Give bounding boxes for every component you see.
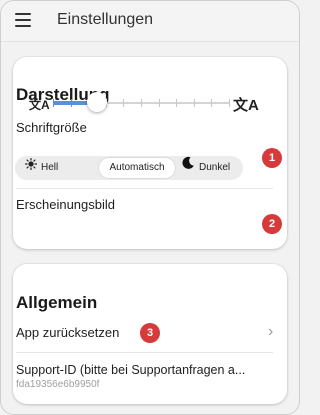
slider-tick	[159, 99, 160, 107]
app-bar: Einstellungen	[1, 1, 299, 42]
appearance-option-label: Dunkel	[199, 162, 231, 173]
app-frame: Einstellungen Darstellung Schriftgröße 文…	[0, 0, 300, 415]
translate-large-icon: 文A	[233, 97, 259, 114]
moon-icon	[181, 156, 195, 180]
slider-tick	[71, 99, 72, 107]
slider-tick	[53, 99, 54, 107]
appearance-option-hell[interactable]: Hell	[24, 156, 85, 180]
appearance-option-label: Hell	[41, 162, 59, 173]
annotation-badge-2: 2	[262, 214, 282, 234]
chevron-right-icon: ›	[268, 323, 274, 340]
appearance-option-dunkel[interactable]: Dunkel	[181, 156, 245, 180]
section-divider	[16, 352, 273, 353]
hamburger-menu-icon[interactable]	[15, 13, 31, 27]
appearance-option-label: Automatisch	[109, 162, 165, 173]
annotation-badge-3: 3	[140, 323, 160, 343]
slider-tick	[141, 99, 142, 107]
appearance-label: Erscheinungsbild	[16, 197, 116, 212]
slider-tick	[123, 99, 124, 107]
slider-tick	[194, 99, 195, 107]
general-section-title: Allgemein	[16, 293, 98, 312]
reset-app-row[interactable]: App zurücksetzen	[16, 325, 119, 340]
slider-tick	[176, 99, 177, 107]
translate-small-icon: 文A	[29, 98, 50, 112]
appearance-segmented-control: Hell Automatisch Dunkel	[15, 156, 243, 180]
slider-thumb[interactable]	[87, 92, 107, 112]
slider-tick	[211, 99, 212, 107]
font-size-label: Schriftgröße	[16, 120, 87, 135]
section-divider	[16, 188, 273, 189]
slider-tick	[229, 99, 230, 107]
support-id-label[interactable]: Support-ID (bitte bei Supportanfragen a.…	[16, 363, 274, 377]
sun-icon	[24, 156, 38, 180]
annotation-badge-1: 1	[262, 148, 282, 168]
font-size-slider[interactable]	[53, 91, 230, 115]
page-title: Einstellungen	[57, 11, 154, 28]
support-id-value: fda19356e6b9950f	[16, 379, 100, 390]
appearance-option-automatisch[interactable]: Automatisch	[99, 158, 175, 178]
